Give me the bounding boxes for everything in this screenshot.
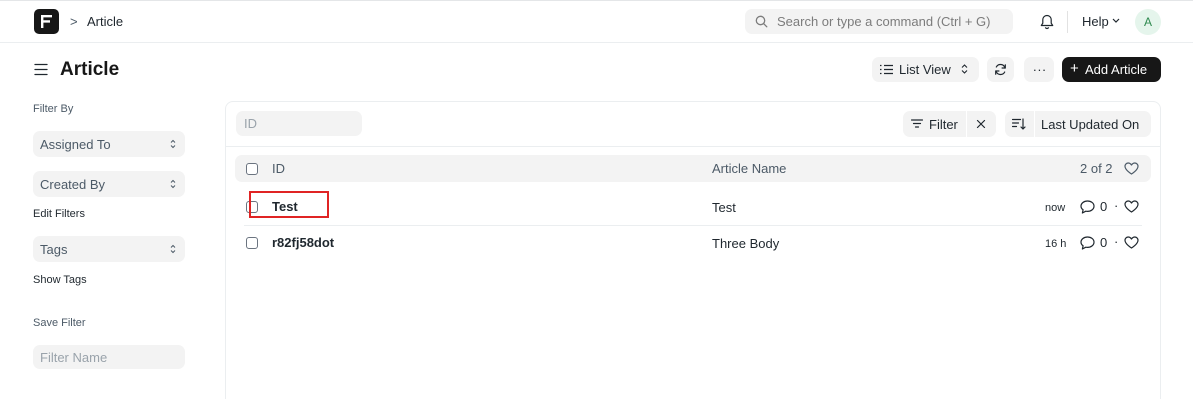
record-count: 2 of 2 bbox=[1080, 161, 1113, 176]
heart-icon[interactable] bbox=[1124, 162, 1139, 175]
save-filter-heading: Save Filter bbox=[33, 317, 86, 329]
row-comment-count: 0 bbox=[1100, 235, 1108, 250]
filter-label: Filter bbox=[929, 117, 958, 132]
comment-icon bbox=[1080, 236, 1095, 250]
list-view-switcher[interactable]: List View bbox=[872, 57, 979, 82]
edit-filters-link[interactable]: Edit Filters bbox=[33, 208, 85, 220]
user-avatar[interactable]: A bbox=[1135, 9, 1161, 35]
breadcrumb-separator: > bbox=[70, 14, 78, 29]
close-icon bbox=[976, 119, 986, 129]
navbar-divider bbox=[1067, 11, 1068, 33]
row-article-name: Test bbox=[712, 200, 736, 215]
navbar: > Article Search or type a command (Ctrl… bbox=[0, 0, 1193, 43]
add-article-button[interactable]: + Add Article bbox=[1062, 57, 1161, 82]
highlight-box bbox=[249, 191, 329, 218]
select-chevrons-icon bbox=[170, 139, 176, 149]
list-card: ID Filter Last Updated On ID Article Nam… bbox=[225, 101, 1161, 399]
app-logo-icon[interactable] bbox=[34, 9, 59, 34]
filter-name-placeholder: Filter Name bbox=[40, 350, 108, 365]
tags-label: Tags bbox=[40, 242, 68, 257]
sort-field-button[interactable]: Last Updated On bbox=[1035, 111, 1151, 137]
heart-icon[interactable] bbox=[1124, 236, 1139, 249]
id-filter-placeholder: ID bbox=[244, 116, 257, 131]
sort-direction-button[interactable] bbox=[1005, 111, 1034, 137]
assigned-to-select[interactable]: Assigned To bbox=[33, 131, 185, 157]
row-modified-time: 16 h bbox=[1045, 238, 1067, 250]
search-placeholder: Search or type a command (Ctrl + G) bbox=[777, 14, 991, 29]
add-article-label: Add Article bbox=[1085, 62, 1148, 77]
row-modified-time: now bbox=[1045, 202, 1066, 214]
table-row[interactable]: r82fj58dot Three Body 16 h 0 · bbox=[235, 225, 1151, 261]
filter-by-heading: Filter By bbox=[33, 103, 74, 115]
select-chevrons-icon bbox=[170, 179, 176, 189]
plus-icon: + bbox=[1070, 60, 1079, 77]
refresh-button[interactable] bbox=[987, 57, 1014, 82]
help-menu[interactable]: Help bbox=[1082, 14, 1109, 29]
row-id-link[interactable]: r82fj58dot bbox=[272, 235, 334, 250]
row-comment-count: 0 bbox=[1100, 199, 1108, 214]
table-header: ID Article Name 2 of 2 bbox=[235, 155, 1151, 182]
row-checkbox[interactable] bbox=[246, 237, 258, 249]
tags-select[interactable]: Tags bbox=[33, 236, 185, 262]
refresh-icon bbox=[995, 63, 1006, 76]
filter-name-input[interactable]: Filter Name bbox=[33, 345, 185, 369]
assigned-to-label: Assigned To bbox=[40, 137, 111, 152]
column-header-id: ID bbox=[272, 161, 285, 176]
breadcrumb-article[interactable]: Article bbox=[87, 14, 123, 29]
list-view-label: List View bbox=[899, 62, 951, 77]
toolbar-divider bbox=[226, 146, 1160, 147]
row-separator-dot: · bbox=[1114, 198, 1119, 213]
select-chevrons-icon bbox=[961, 64, 968, 74]
filter-button[interactable]: Filter bbox=[903, 111, 966, 137]
show-tags-link[interactable]: Show Tags bbox=[33, 274, 87, 286]
chevron-down-icon[interactable] bbox=[1112, 18, 1120, 23]
search-icon bbox=[755, 15, 768, 28]
page-title: Article bbox=[60, 59, 120, 80]
more-actions-label: ... bbox=[1033, 59, 1047, 74]
id-filter-input[interactable]: ID bbox=[236, 111, 362, 136]
created-by-label: Created By bbox=[40, 177, 106, 192]
more-actions-button[interactable]: ... bbox=[1024, 57, 1054, 82]
sort-descending-icon bbox=[1012, 118, 1026, 130]
select-all-checkbox[interactable] bbox=[246, 163, 258, 175]
created-by-select[interactable]: Created By bbox=[33, 171, 185, 197]
clear-filter-button[interactable] bbox=[967, 111, 996, 137]
list-icon bbox=[880, 64, 893, 75]
row-article-name: Three Body bbox=[712, 236, 780, 251]
sidebar-toggle-icon[interactable] bbox=[34, 63, 48, 76]
select-chevrons-icon bbox=[170, 244, 176, 254]
sort-field-label: Last Updated On bbox=[1041, 117, 1140, 132]
row-separator-dot: · bbox=[1114, 234, 1119, 249]
search-bar[interactable]: Search or type a command (Ctrl + G) bbox=[745, 9, 1013, 34]
comment-icon bbox=[1080, 200, 1095, 214]
heart-icon[interactable] bbox=[1124, 200, 1139, 213]
column-header-article-name: Article Name bbox=[712, 161, 787, 176]
notification-bell-icon[interactable] bbox=[1040, 14, 1054, 30]
table-row[interactable]: Test Test now 0 · bbox=[235, 189, 1151, 225]
filter-icon bbox=[911, 119, 923, 128]
